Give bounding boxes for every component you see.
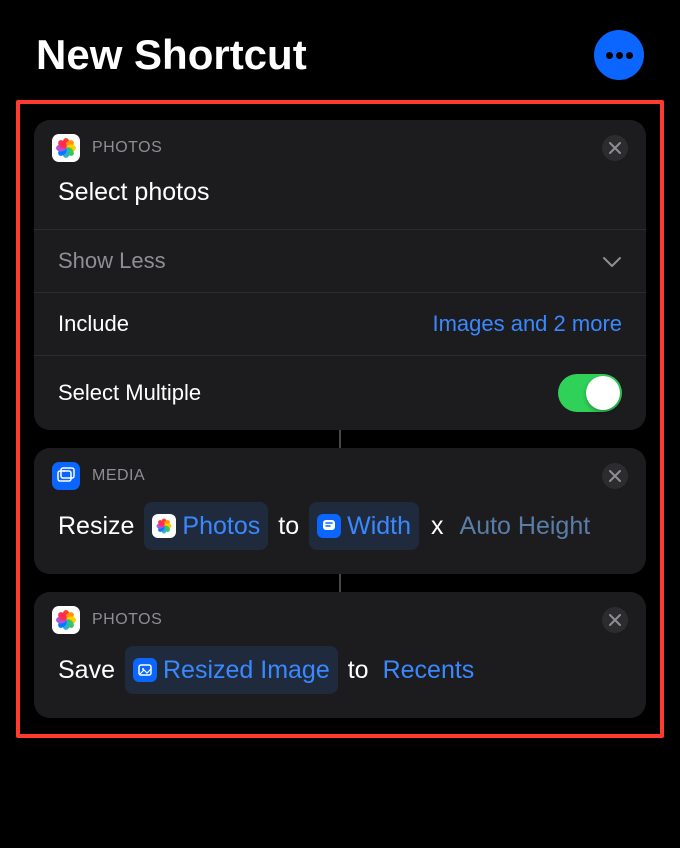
token-label: Auto Height: [460, 504, 591, 548]
to-text: to: [278, 504, 299, 548]
toggle-knob: [586, 376, 620, 410]
select-multiple-toggle[interactable]: [558, 374, 622, 412]
remove-action-button[interactable]: [602, 463, 628, 489]
app-name-label: MEDIA: [92, 467, 145, 485]
action-card-save: PHOTOS Save Resized Image to Recents: [34, 592, 646, 718]
width-variable[interactable]: Width: [309, 502, 419, 550]
photos-icon: [152, 514, 176, 538]
include-row[interactable]: Include Images and 2 more: [34, 292, 646, 355]
input-variable-photos[interactable]: Photos: [144, 502, 268, 550]
action-description: Save Resized Image to Recents: [34, 642, 646, 718]
actions-container: PHOTOS Select photos Show Less Include I…: [16, 100, 664, 738]
show-less-row[interactable]: Show Less: [34, 229, 646, 292]
input-variable-resized[interactable]: Resized Image: [125, 646, 338, 694]
app-name-label: PHOTOS: [92, 611, 162, 629]
card-header: PHOTOS: [34, 592, 646, 642]
more-options-button[interactable]: [594, 30, 644, 80]
close-icon: [609, 470, 621, 482]
show-less-label: Show Less: [58, 248, 166, 274]
ask-icon: [317, 514, 341, 538]
resize-verb: Resize: [58, 504, 134, 548]
chevron-down-icon: [602, 248, 622, 274]
height-variable[interactable]: Auto Height: [456, 502, 595, 550]
action-description: Resize Photos to: [34, 498, 646, 574]
select-multiple-row: Select Multiple: [34, 355, 646, 430]
token-label: Photos: [182, 504, 260, 548]
app-name-label: PHOTOS: [92, 139, 162, 157]
page-title: New Shortcut: [36, 31, 307, 79]
close-icon: [609, 614, 621, 626]
header: New Shortcut: [0, 0, 680, 100]
to-text: to: [348, 648, 369, 692]
card-header: PHOTOS: [34, 120, 646, 170]
action-card-resize: MEDIA Resize: [34, 448, 646, 574]
include-value[interactable]: Images and 2 more: [432, 311, 622, 337]
action-title: Select photos: [34, 170, 646, 229]
photos-app-icon: [52, 606, 80, 634]
dimension-separator: x: [429, 504, 446, 548]
ellipsis-icon: [606, 52, 633, 59]
token-label: Width: [347, 504, 411, 548]
select-multiple-label: Select Multiple: [58, 380, 201, 406]
remove-action-button[interactable]: [602, 135, 628, 161]
remove-action-button[interactable]: [602, 607, 628, 633]
action-card-select-photos: PHOTOS Select photos Show Less Include I…: [34, 120, 646, 430]
album-variable[interactable]: Recents: [379, 646, 479, 694]
close-icon: [609, 142, 621, 154]
connector-line: [339, 430, 341, 448]
connector-line: [339, 574, 341, 592]
save-verb: Save: [58, 648, 115, 692]
include-label: Include: [58, 311, 129, 337]
token-label: Recents: [383, 648, 475, 692]
card-header: MEDIA: [34, 448, 646, 498]
media-app-icon: [52, 462, 80, 490]
token-label: Resized Image: [163, 648, 330, 692]
image-icon: [133, 658, 157, 682]
photos-app-icon: [52, 134, 80, 162]
